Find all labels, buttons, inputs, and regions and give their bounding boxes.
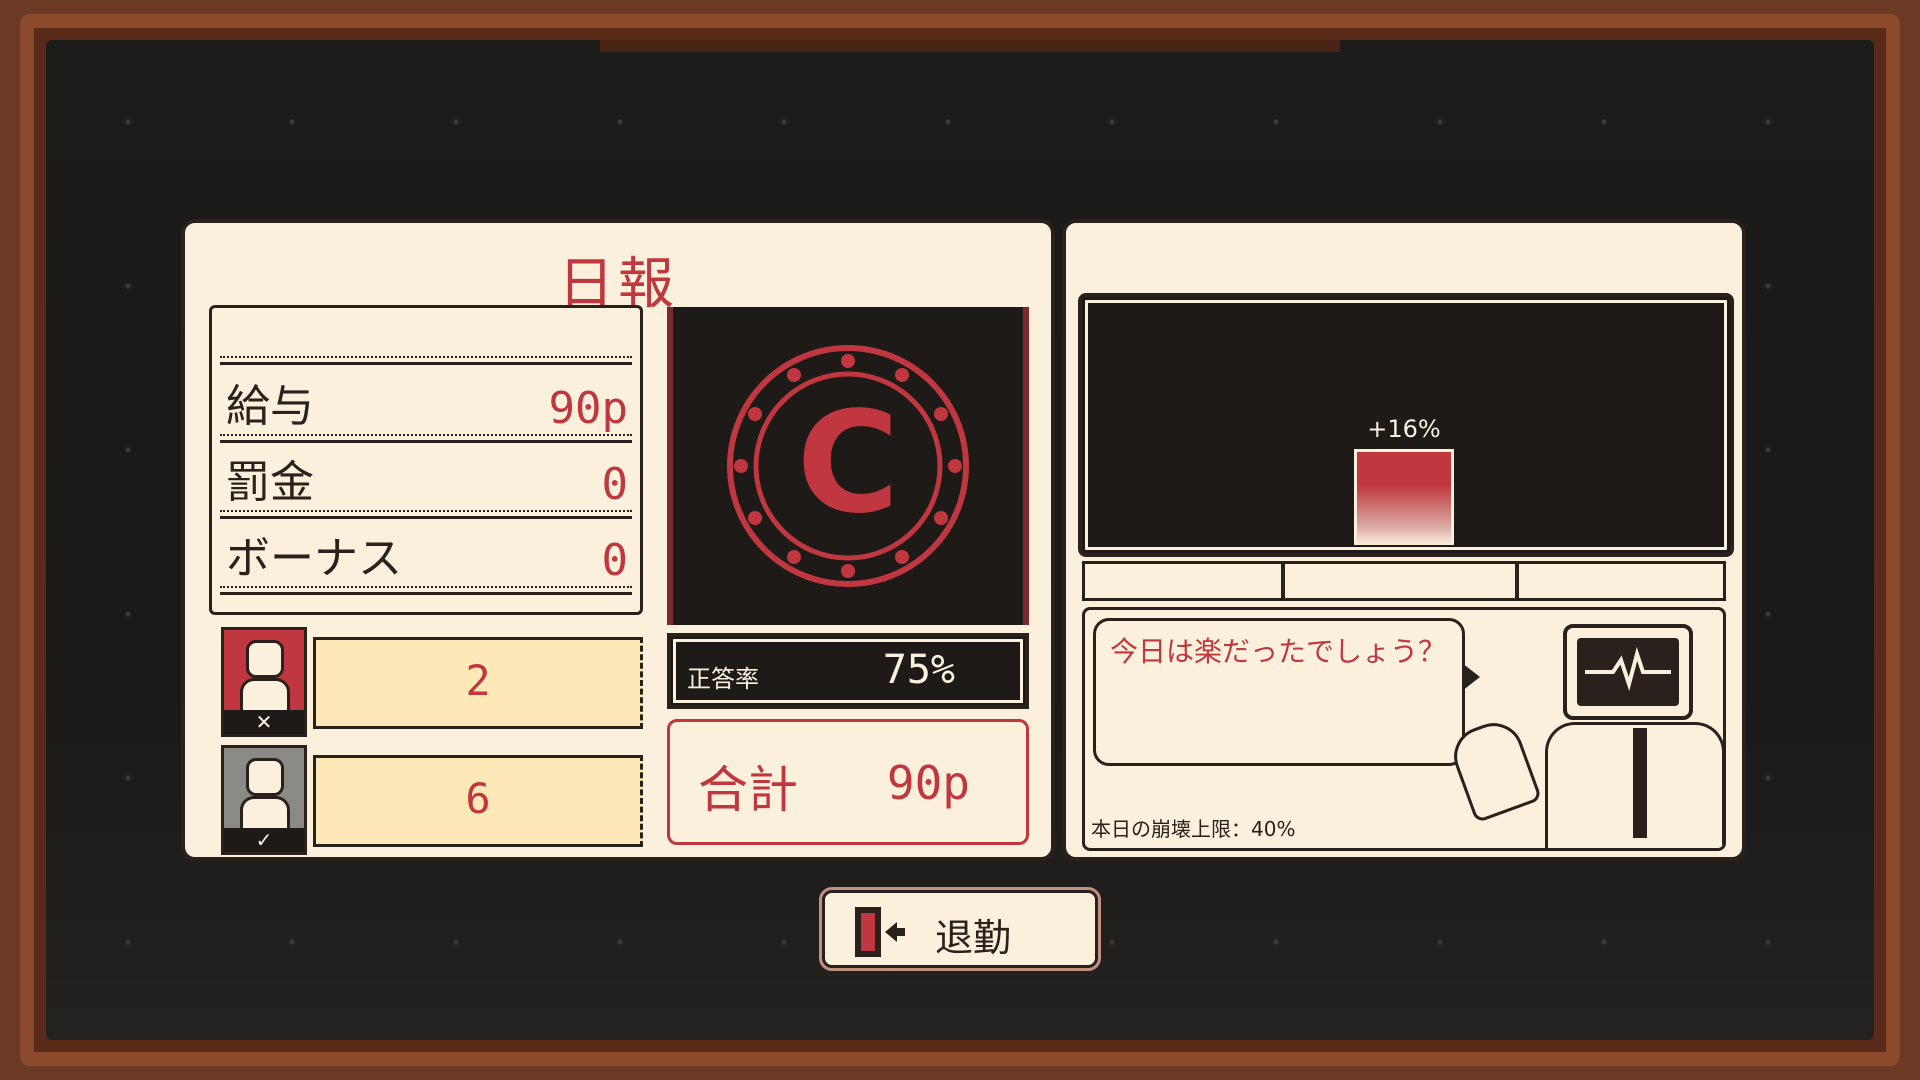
accuracy-box: 正答率 75% [667, 633, 1029, 709]
stat-row-wrong: ✕ 2 [221, 627, 643, 737]
heartbeat-icon [1585, 647, 1671, 691]
bubble-tail [1462, 663, 1480, 691]
check-mark: ✓ [224, 828, 304, 852]
emblem-letter: C [797, 382, 900, 545]
collapse-limit-text: 本日の崩壊上限：40% [1091, 817, 1296, 841]
correct-count: 6 [465, 774, 491, 823]
daily-report-card: 日報 給与 90p 罰金 0 ボーナス 0 ✕ 2 ✓ 6 C 正答率 75% … [181, 219, 1055, 861]
collapse-graph: +16% [1078, 293, 1734, 557]
company-emblem: C [667, 307, 1029, 625]
stat-bar: 2 [313, 637, 643, 729]
pay-ledger: 給与 90p 罰金 0 ボーナス 0 [209, 305, 643, 615]
total-value: 90p [886, 756, 970, 810]
total-label: 合計 [698, 761, 798, 819]
ledger-row-bonus: ボーナス 0 [220, 518, 632, 595]
stat-row-correct: ✓ 6 [221, 745, 643, 855]
total-box: 合計 90p [667, 719, 1029, 845]
correct-portrait-icon: ✓ [221, 745, 307, 855]
ledger-value: 90p [548, 383, 628, 434]
clock-out-button[interactable]: 退勤 [819, 887, 1101, 971]
wrong-portrait-icon: ✕ [221, 627, 307, 737]
graph-base [1082, 561, 1726, 601]
speech-text: 今日は楽だったでしょう？ [1110, 635, 1447, 668]
ledger-value: 0 [601, 535, 629, 586]
bar-label: +16% [1367, 415, 1441, 443]
company-seal-icon: C [727, 345, 969, 587]
stat-bar: 6 [313, 755, 643, 847]
ledger-value: 0 [601, 459, 629, 510]
clock-out-label: 退勤 [935, 916, 1012, 960]
accuracy-value: 75% [882, 647, 955, 693]
wrong-count: 2 [465, 656, 491, 705]
speech-bubble: 今日は楽だったでしょう？ [1093, 618, 1480, 766]
ledger-row-salary: 給与 90p [220, 366, 632, 443]
accuracy-label: 正答率 [687, 665, 759, 693]
ledger-header-row [220, 312, 632, 365]
cross-mark: ✕ [224, 710, 304, 734]
dialogue-area: 今日は楽だったでしょう？ 本日の崩壊上限：40% [1082, 607, 1726, 851]
tie-icon [1633, 728, 1647, 838]
monitor-head-icon [1563, 624, 1693, 720]
status-panel: +16% 今日は楽だったでしょう？ 本日の崩壊上限：40% [1062, 219, 1746, 861]
ledger-label: 罰金 [226, 457, 314, 508]
graph-bar [1354, 449, 1454, 545]
ledger-row-fine: 罰金 0 [220, 442, 632, 519]
ledger-label: ボーナス [226, 533, 402, 584]
exit-door-icon [855, 907, 905, 957]
ledger-label: 給与 [226, 381, 314, 432]
frame-notch [600, 40, 1340, 52]
